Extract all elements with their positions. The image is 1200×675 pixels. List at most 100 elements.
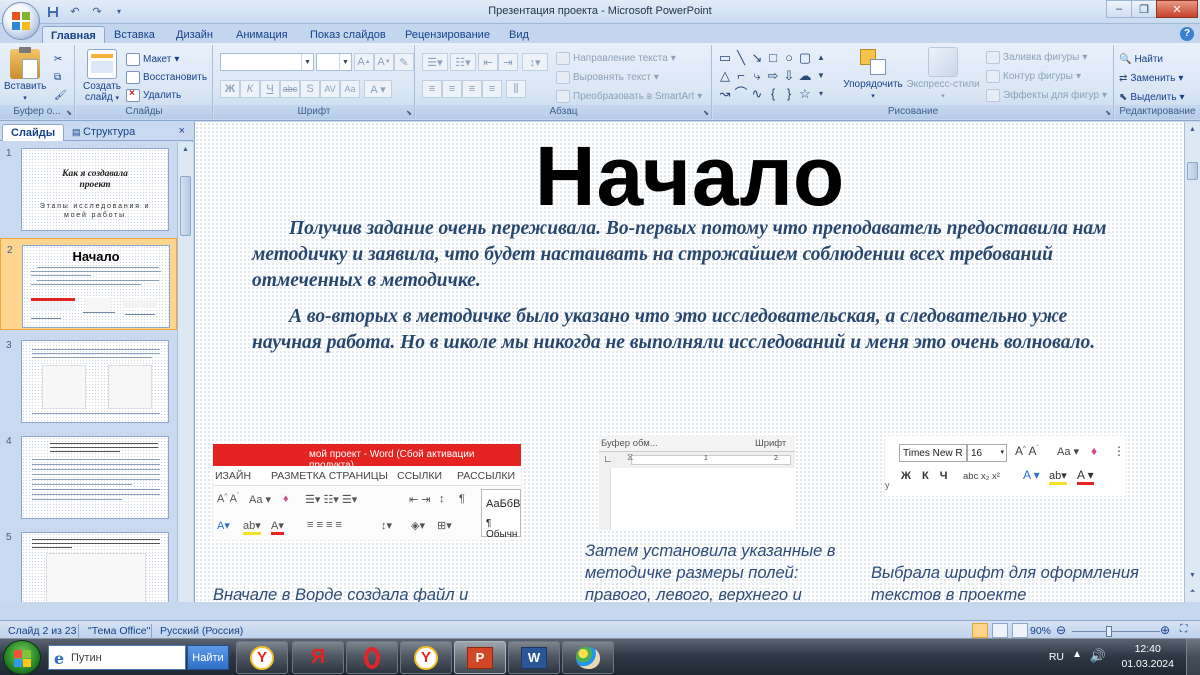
- format-painter-icon[interactable]: 🖌: [54, 87, 67, 104]
- slide-thumb-row[interactable]: 1 Как я создавала проект Этапы исследова…: [0, 142, 177, 234]
- justify-icon[interactable]: ≡: [482, 80, 502, 98]
- quick-styles-button[interactable]: Экспресс-стили ▾: [906, 47, 980, 102]
- elbow-shape-icon[interactable]: ⌐: [734, 67, 748, 84]
- taskbar-word[interactable]: W: [508, 641, 560, 674]
- taskbar-yandex-browser[interactable]: Y: [236, 641, 288, 674]
- clipboard-launcher-icon[interactable]: ⬊: [66, 109, 72, 117]
- caption-2[interactable]: Затем установила указанные в методичке р…: [585, 540, 860, 602]
- slides-panel-scrollbar[interactable]: ▲: [177, 142, 193, 602]
- slide-title[interactable]: Начало: [195, 128, 1184, 224]
- taskbar-paint[interactable]: [562, 641, 614, 674]
- sorter-view-icon[interactable]: [992, 623, 1008, 638]
- slide-thumbnail[interactable]: [21, 436, 169, 519]
- clear-formatting-icon[interactable]: ✎: [394, 53, 414, 71]
- replace-button[interactable]: ⇄ Заменить ▾: [1119, 70, 1183, 87]
- align-center-icon[interactable]: ≡: [442, 80, 462, 98]
- shapes-more-icon[interactable]: ▾: [814, 85, 828, 102]
- drawing-launcher-icon[interactable]: ⬊: [1105, 109, 1111, 117]
- freeform-shape-icon[interactable]: ∿: [750, 85, 764, 102]
- office-button[interactable]: [2, 2, 40, 40]
- tab-review[interactable]: Рецензирование: [397, 26, 498, 44]
- shapes-gallery[interactable]: ▭ ╲ ↘ □ ○ ▢ ▲ △ ⌐ ⤷ ⇨ ⇩ ☁ ▼ ↝ ⌒ ∿{} ☆ ▾: [718, 49, 830, 102]
- smartart-button[interactable]: Преобразовать в SmartArt ▾: [556, 88, 702, 105]
- shrink-font-icon[interactable]: A ▼: [374, 53, 394, 71]
- font-name-combo[interactable]: ▼: [220, 53, 314, 71]
- slide-thumb-row[interactable]: 4: [0, 430, 177, 522]
- close-panel-icon[interactable]: ×: [179, 125, 185, 137]
- brace-right-shape-icon[interactable]: }: [782, 85, 796, 102]
- font-name-dropdown-icon[interactable]: ▼: [301, 54, 313, 70]
- down-arrow-shape-icon[interactable]: ⇩: [782, 67, 796, 84]
- arc-shape-icon[interactable]: ⌒: [734, 85, 748, 102]
- layout-button[interactable]: Макет ▾: [126, 51, 179, 68]
- char-spacing-button[interactable]: AV: [320, 80, 340, 98]
- brace-left-shape-icon[interactable]: {: [766, 85, 780, 102]
- decrease-indent-icon[interactable]: ⇤: [478, 53, 498, 71]
- caption-1[interactable]: Вначале в Ворде создала файл и: [213, 584, 503, 602]
- scroll-down-icon[interactable]: ▼: [1185, 568, 1200, 583]
- taskbar-yandex[interactable]: Я: [292, 641, 344, 674]
- theme-name[interactable]: "Тема Office": [88, 625, 150, 637]
- slideshow-view-icon[interactable]: [1012, 623, 1028, 638]
- font-launcher-icon[interactable]: ⬊: [406, 109, 412, 117]
- textbox-shape-icon[interactable]: ▭: [718, 49, 732, 66]
- clock[interactable]: 12:40 01.03.2024: [1121, 643, 1174, 670]
- shape-effects-button[interactable]: Эффекты для фигур ▾: [986, 87, 1107, 104]
- paste-button[interactable]: Вставить ▾: [4, 47, 46, 104]
- numbering-icon[interactable]: ☷▾: [450, 53, 476, 71]
- shape-fill-button[interactable]: Заливка фигуры ▾: [986, 49, 1087, 66]
- zoom-out-icon[interactable]: ⊖: [1056, 623, 1066, 637]
- slide-thumbnail[interactable]: [21, 340, 169, 423]
- scrollbar-thumb[interactable]: [180, 176, 191, 236]
- slide-thumbnail[interactable]: [21, 532, 169, 602]
- line-spacing-icon[interactable]: ↕▾: [522, 53, 548, 71]
- word-screenshot[interactable]: мой проект - Word (Сбой активации продук…: [213, 444, 521, 540]
- slide-thumbnail[interactable]: Как я создавала проект Этапы исследовани…: [21, 148, 169, 231]
- previous-slide-icon[interactable]: ⏶: [1185, 584, 1200, 599]
- zoom-slider-thumb[interactable]: [1106, 626, 1112, 637]
- maximize-icon[interactable]: ❐: [1131, 0, 1157, 18]
- curve-shape-icon[interactable]: ↝: [718, 85, 732, 102]
- increase-indent-icon[interactable]: ⇥: [498, 53, 518, 71]
- elbow-arrow-shape-icon[interactable]: ⤷: [750, 67, 764, 84]
- search-button[interactable]: Найти: [187, 645, 229, 670]
- italic-button[interactable]: К: [240, 80, 260, 98]
- align-left-icon[interactable]: ≡: [422, 80, 442, 98]
- shape-outline-button[interactable]: Контур фигуры ▾: [986, 68, 1081, 85]
- slide-thumb-row[interactable]: 5: [0, 526, 177, 602]
- tab-animation[interactable]: Анимация: [228, 26, 296, 44]
- scroll-up-icon[interactable]: ▲: [178, 142, 193, 157]
- line-shape-icon[interactable]: ╲: [734, 49, 748, 66]
- normal-view-icon[interactable]: [972, 623, 988, 638]
- taskbar-yandex-browser-2[interactable]: Y: [400, 641, 452, 674]
- font-size-dropdown-icon[interactable]: ▼: [339, 54, 351, 70]
- arrow-line-shape-icon[interactable]: ↘: [750, 49, 764, 66]
- grow-font-icon[interactable]: A ▲: [354, 53, 374, 71]
- find-button[interactable]: 🔍 Найти: [1119, 51, 1163, 68]
- show-hidden-icons-icon[interactable]: ▲: [1072, 649, 1082, 660]
- font-color-icon[interactable]: A ▾: [364, 80, 392, 98]
- right-arrow-shape-icon[interactable]: ⇨: [766, 67, 780, 84]
- minimize-icon[interactable]: ‒: [1106, 0, 1132, 18]
- search-input[interactable]: e Путин: [48, 645, 186, 670]
- font-screenshot[interactable]: Times New R 16 ▾ A^ Aˇ Aa ▾ ♦ ⋮ y Ж К Ч a…: [885, 436, 1125, 496]
- triangle-shape-icon[interactable]: △: [718, 67, 732, 84]
- volume-icon[interactable]: 🔊: [1090, 648, 1106, 664]
- scroll-up-icon[interactable]: ▲: [1185, 122, 1200, 137]
- tab-design[interactable]: Дизайн: [168, 26, 221, 44]
- zoom-in-icon[interactable]: ⊕: [1160, 623, 1170, 637]
- select-button[interactable]: ⬉ Выделить ▾: [1119, 89, 1185, 106]
- font-size-combo[interactable]: ▼: [316, 53, 352, 71]
- paste-dropdown-icon[interactable]: ▾: [23, 95, 27, 102]
- bold-button[interactable]: Ж: [220, 80, 240, 98]
- slide-thumb-row-selected[interactable]: 2 Начало: [0, 238, 177, 330]
- language-indicator[interactable]: Русский (Россия): [160, 625, 243, 637]
- shapes-scroll-down-icon[interactable]: ▼: [814, 67, 828, 84]
- oval-shape-icon[interactable]: ○: [782, 49, 796, 66]
- tab-view[interactable]: Вид: [501, 26, 537, 44]
- tab-slideshow[interactable]: Показ слайдов: [302, 26, 394, 44]
- slide-thumb-row[interactable]: 3: [0, 334, 177, 426]
- zoom-slider[interactable]: [1072, 631, 1160, 632]
- help-icon[interactable]: ?: [1180, 27, 1194, 41]
- reset-button[interactable]: Восстановить: [126, 69, 207, 86]
